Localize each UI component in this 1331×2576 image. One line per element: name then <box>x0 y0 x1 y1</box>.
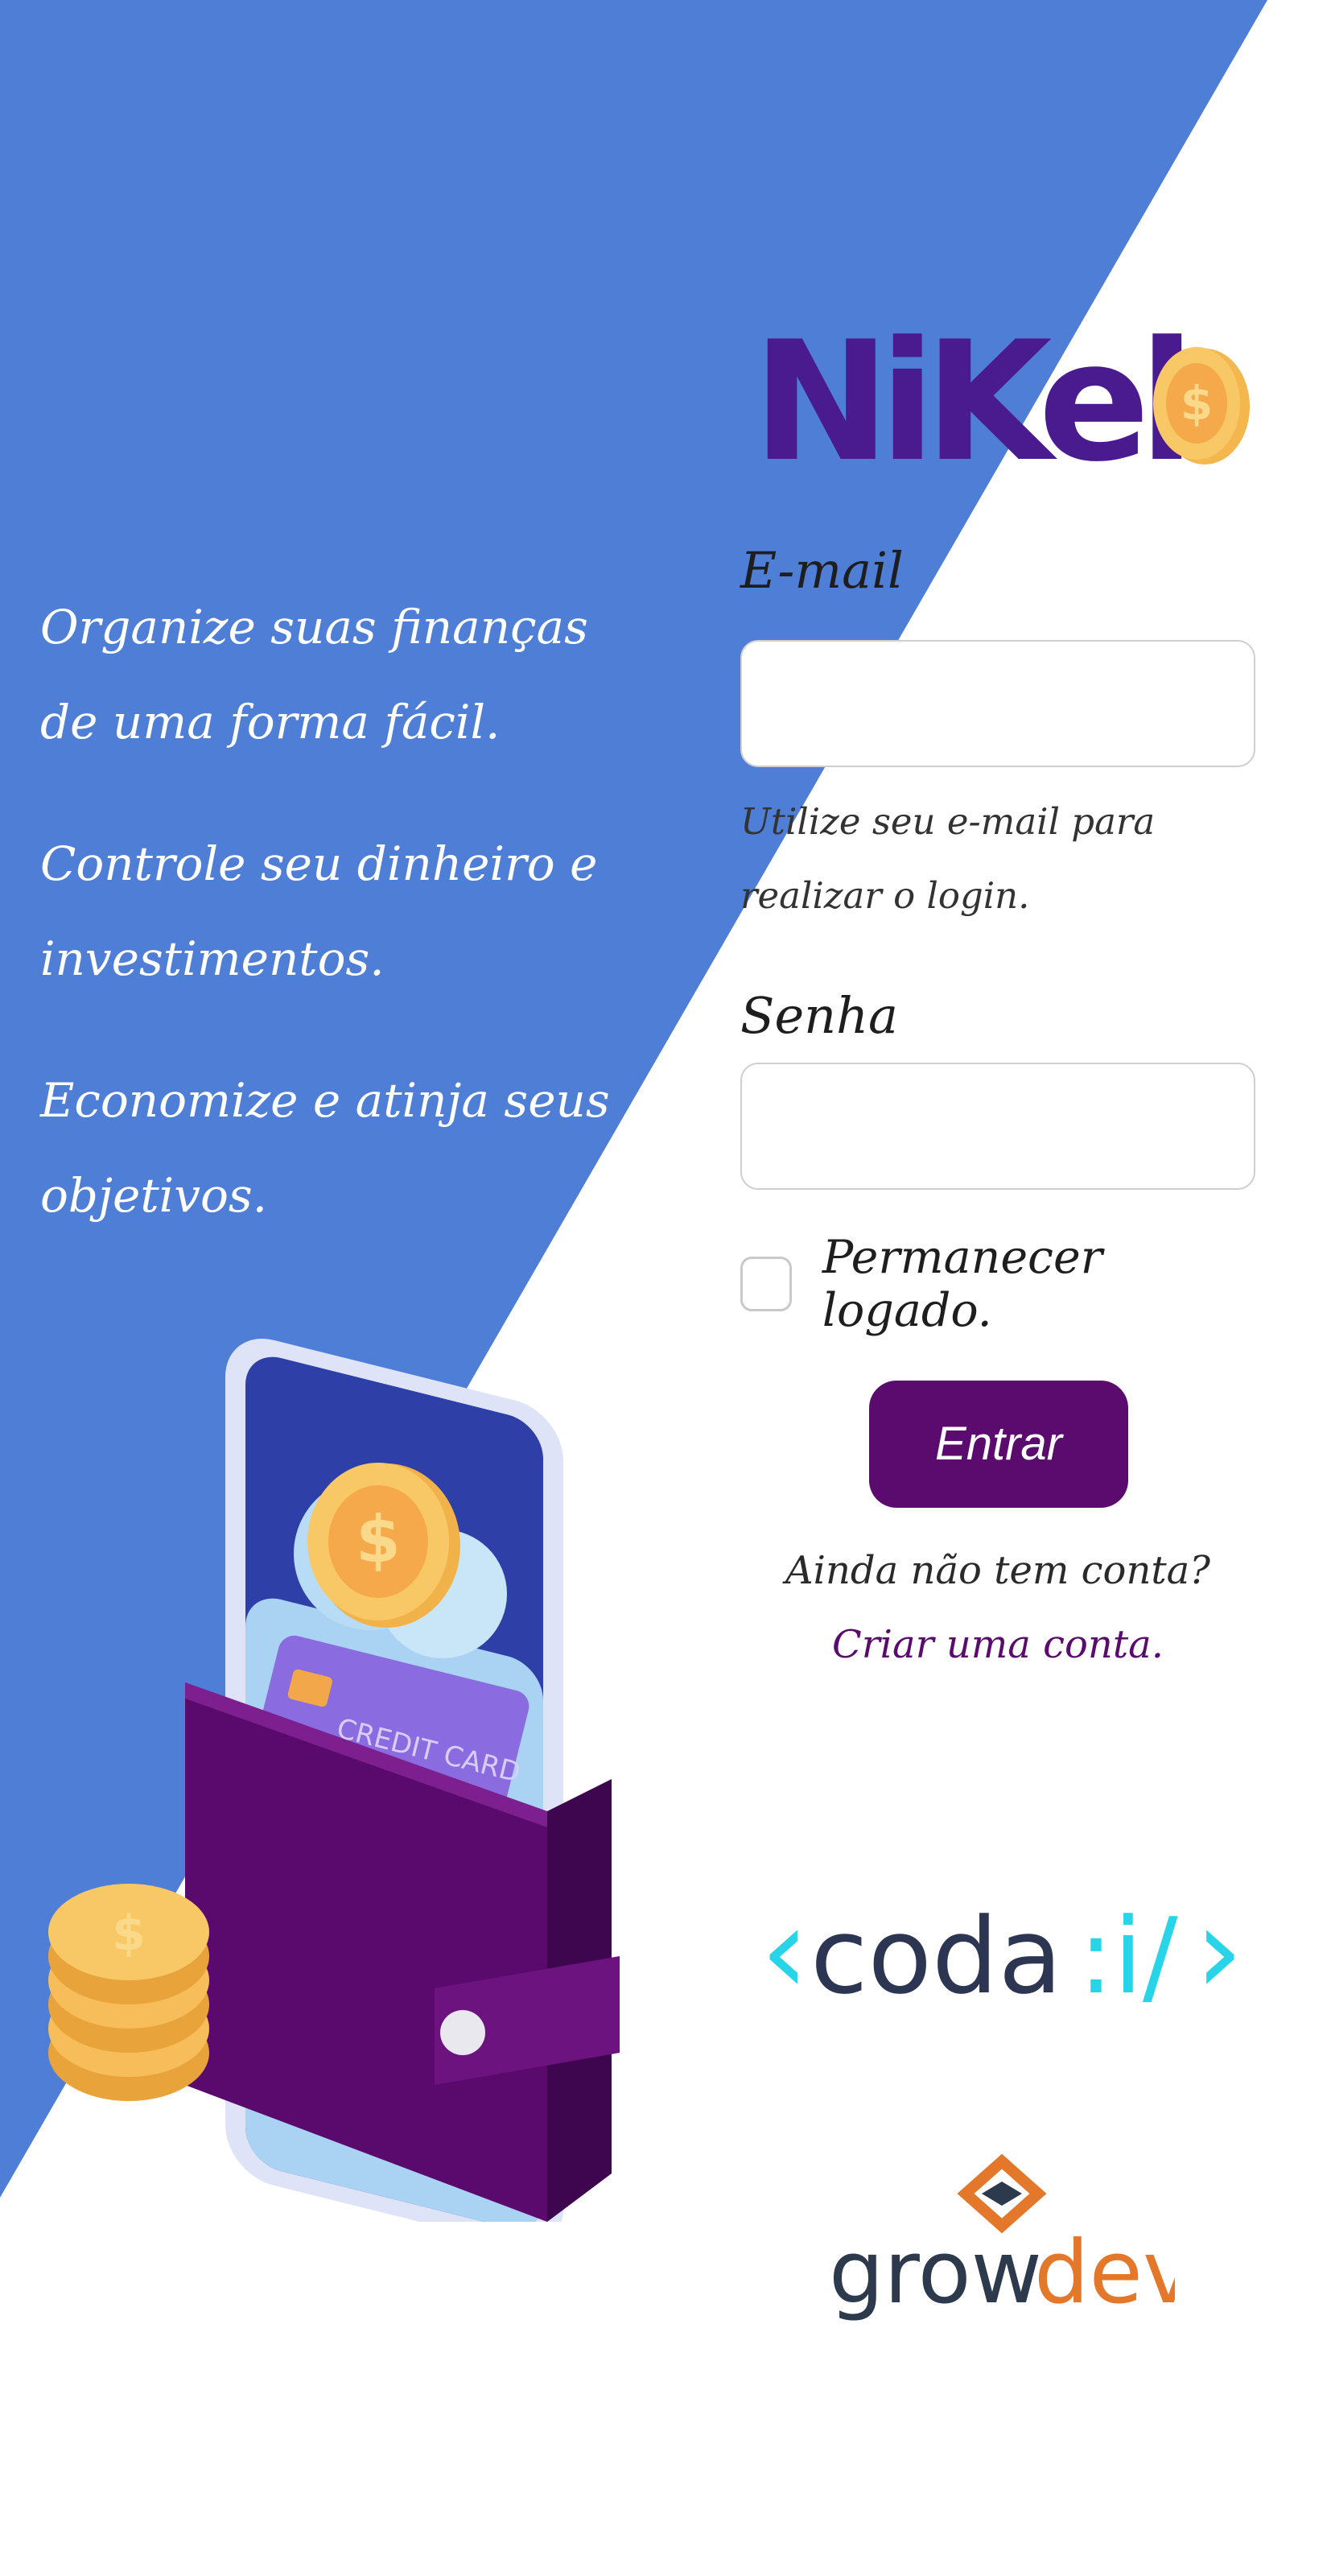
growdev-diamond-icon <box>957 2153 1047 2234</box>
signup-prompt-text: Ainda não tem conta? <box>785 1548 1211 1593</box>
slogan-save: Economize e atinja seus objetivos. <box>40 1073 610 1223</box>
remember-label: Permanecer logado. <box>822 1231 1102 1337</box>
nikel-logo: NiKel $ <box>752 307 1251 498</box>
coda-bracket-left: ‹ <box>760 1900 809 2021</box>
coda-word: coda <box>810 1900 1062 2017</box>
password-input[interactable] <box>740 1063 1255 1190</box>
coda-slash: :i/ <box>1078 1900 1178 2017</box>
coin-stack-icon: $ <box>48 1884 209 2101</box>
password-label: Senha <box>740 986 898 1045</box>
login-button[interactable]: Entrar <box>869 1381 1128 1508</box>
slogan-list: Organize suas finanças de uma forma fáci… <box>40 580 620 1290</box>
email-input[interactable] <box>740 640 1255 767</box>
wallet-phone-illustration: $ CREDIT CARD $ <box>48 1338 620 2222</box>
coda-logo: ‹ coda :i/ › <box>760 1900 1243 2021</box>
slogan-organize: Organize suas finanças de uma forma fáci… <box>40 600 588 749</box>
signup-prompt: Ainda não tem conta? Criar uma conta. <box>740 1534 1255 1682</box>
growdev-grow: grow <box>829 2223 1042 2323</box>
slogan-control: Controle seu dinheiro e investimentos. <box>40 836 598 986</box>
email-label: E-mail <box>740 541 904 600</box>
dollar-coin-icon: $ <box>1153 347 1250 464</box>
growdev-logo: grow dev <box>829 2153 1175 2323</box>
remember-checkbox[interactable] <box>740 1257 792 1311</box>
growdev-dev: dev <box>1034 2223 1175 2323</box>
signup-link[interactable]: Criar uma conta. <box>832 1622 1164 1667</box>
svg-text:$: $ <box>112 1905 146 1962</box>
svg-text:$: $ <box>356 1502 401 1577</box>
svg-text:$: $ <box>1181 376 1213 431</box>
coda-bracket-right: › <box>1195 1900 1243 2021</box>
email-hint: Utilize seu e-mail para realizar o login… <box>740 800 1156 917</box>
logo-wordmark: NiKel <box>752 307 1195 498</box>
remember-me: Permanecer logado. <box>740 1231 1255 1337</box>
